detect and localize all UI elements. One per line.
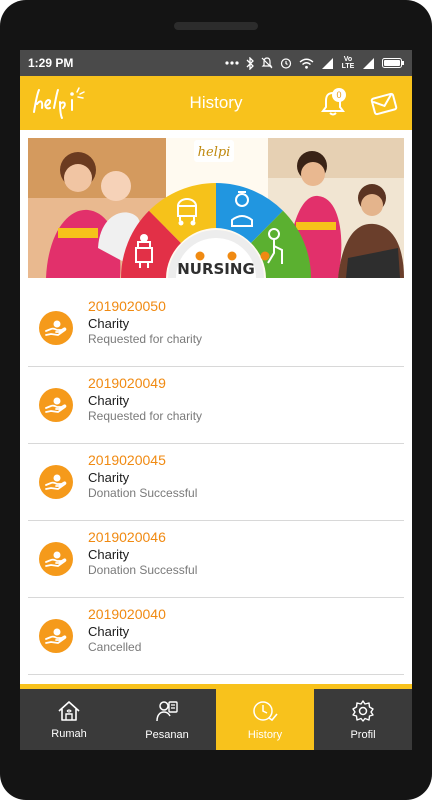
screen: 1:29 PM Vo LTE History 0 helpi NURSING 2… <box>20 50 412 750</box>
order-status: Requested for charity <box>88 332 203 346</box>
phone-frame: 1:29 PM Vo LTE History 0 helpi NURSING 2… <box>0 0 432 800</box>
order-status: Donation Successful <box>88 486 198 500</box>
order-id: 2019020040 <box>88 606 166 622</box>
svg-text:helpi: helpi <box>198 145 231 160</box>
orders-icon <box>156 700 178 721</box>
order-type: Charity <box>88 624 130 639</box>
charity-hand-icon <box>39 619 73 653</box>
history-row[interactable]: 2019020040 Charity Cancelled <box>28 598 404 675</box>
mail-icon[interactable] <box>370 90 398 118</box>
page-title: History <box>189 93 243 112</box>
order-status: Cancelled <box>88 640 142 654</box>
nav-item-history[interactable]: History <box>216 689 314 750</box>
nav-label: Pesanan <box>145 728 189 741</box>
history-list: 2019020050 Charity Requested for charity… <box>20 290 412 682</box>
bluetooth-icon <box>246 56 254 70</box>
order-type: Charity <box>88 470 130 485</box>
nav-item-pesanan[interactable]: Pesanan <box>118 689 216 750</box>
gear-icon <box>352 699 374 722</box>
mute-icon <box>261 57 273 69</box>
svg-text:NURSING: NURSING <box>177 260 255 278</box>
order-type: Charity <box>88 547 130 562</box>
charity-hand-icon <box>39 311 73 345</box>
status-bar: 1:29 PM Vo LTE <box>20 50 412 76</box>
helpi-logo[interactable] <box>30 86 86 120</box>
more-dots-icon <box>225 61 239 65</box>
nav-item-rumah[interactable]: Rumah <box>20 689 118 750</box>
nav-label: Profil <box>350 728 376 741</box>
order-status: Requested for charity <box>88 409 203 423</box>
battery-icon <box>382 58 404 68</box>
banner-logo: helpi <box>194 140 234 162</box>
signal-icon <box>363 57 374 69</box>
notification-badge: 0 <box>332 88 346 102</box>
order-type: Charity <box>88 393 130 408</box>
charity-hand-icon <box>39 388 73 422</box>
order-id: 2019020049 <box>88 375 166 391</box>
order-id: 2019020045 <box>88 452 166 468</box>
status-time: 1:29 PM <box>28 56 74 70</box>
phone-speaker <box>174 22 258 30</box>
nav-label: History <box>247 728 283 741</box>
nav-label: Rumah <box>51 727 87 740</box>
order-status: Donation Successful <box>88 563 198 577</box>
alarm-icon <box>280 58 292 69</box>
order-id: 2019020046 <box>88 529 166 545</box>
order-id: 2019020050 <box>88 298 166 314</box>
history-row[interactable]: 2019020050 Charity Requested for charity <box>28 290 404 367</box>
status-icons: Vo LTE <box>225 56 404 70</box>
home-icon <box>58 700 80 721</box>
promo-banner[interactable]: helpi NURSING <box>28 138 404 278</box>
charity-hand-icon <box>39 465 73 499</box>
history-row[interactable]: 2019020045 Charity Donation Successful <box>28 444 404 521</box>
order-type: Charity <box>88 316 130 331</box>
history-row[interactable]: 2019020046 Charity Donation Successful <box>28 521 404 598</box>
app-bar: History 0 <box>20 76 412 130</box>
wifi-icon <box>299 58 314 69</box>
history-icon <box>253 700 278 721</box>
network-label: Vo LTE <box>341 56 355 70</box>
charity-hand-icon <box>39 542 73 576</box>
bottom-navigation: Rumah Pesanan History Profil <box>20 689 412 750</box>
nav-item-profil[interactable]: Profil <box>314 689 412 750</box>
history-row[interactable]: 2019020049 Charity Requested for charity <box>28 367 404 444</box>
signal-icon <box>322 57 333 69</box>
